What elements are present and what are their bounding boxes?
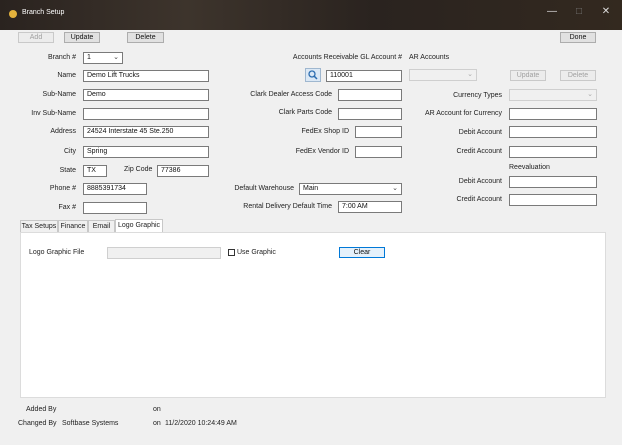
update-button[interactable]: Update (64, 32, 100, 43)
zip-label: Zip Code (124, 166, 153, 173)
tab-tax-setups[interactable]: Tax Setups (20, 220, 58, 232)
default-warehouse-select[interactable]: Main ⌄ (299, 183, 402, 195)
clear-button[interactable]: Clear (339, 247, 385, 258)
branch-value: 1 (87, 54, 91, 61)
content-area: Add Update Delete Done Branch # 1 ⌄ Name… (0, 30, 622, 445)
debit-account-label: Debit Account (458, 129, 502, 136)
fedex-vendor-label: FedEx Vendor ID (295, 148, 349, 155)
clark-parts-field[interactable] (338, 108, 402, 120)
ar-gl-label: Accounts Receivable GL Account # (292, 54, 402, 61)
title-bar: Branch Setup — □ ✕ (0, 0, 622, 30)
fedex-shop-label: FedEx Shop ID (301, 128, 349, 135)
chevron-down-icon: ⌄ (587, 91, 593, 98)
logo-file-field[interactable] (107, 247, 221, 259)
currency-types-select[interactable]: ⌄ (509, 89, 597, 101)
subname-field[interactable]: Demo (83, 89, 209, 101)
address-field[interactable]: 24524 Interstate 45 Ste.250 (83, 126, 209, 138)
app-icon (9, 10, 17, 18)
minimize-icon[interactable]: — (542, 6, 562, 17)
use-graphic-checkbox[interactable] (228, 249, 235, 256)
city-label: City (63, 148, 76, 155)
logo-graphic-panel: Logo Graphic File Use Graphic Clear (20, 232, 606, 398)
revaluation-label: Reevaluation (509, 164, 550, 171)
state-label: State (59, 167, 76, 174)
reval-debit-field[interactable] (509, 176, 597, 188)
ar-delete-button[interactable]: Delete (560, 70, 596, 81)
state-field[interactable]: TX (83, 165, 107, 177)
subname-label: Sub-Name (42, 91, 76, 98)
maximize-icon[interactable]: □ (569, 6, 589, 17)
clark-dealer-field[interactable] (338, 89, 402, 101)
fedex-shop-field[interactable] (355, 126, 402, 138)
changed-by-label: Changed By (18, 420, 57, 427)
ar-accounts-select[interactable]: ⌄ (409, 69, 477, 81)
rental-time-label: Rental Delivery Default Time (243, 203, 332, 210)
chevron-down-icon: ⌄ (392, 185, 398, 192)
debit-account-field[interactable] (509, 126, 597, 138)
phone-field[interactable]: 8885391734 (83, 183, 147, 195)
added-on-label: on (153, 406, 161, 413)
name-field[interactable]: Demo Lift Trucks (83, 70, 209, 82)
default-warehouse-value: Main (303, 185, 319, 192)
fax-field[interactable] (83, 202, 147, 214)
delete-button[interactable]: Delete (127, 32, 164, 43)
ar-update-button[interactable]: Update (510, 70, 546, 81)
search-gl-button[interactable] (305, 68, 321, 82)
tab-email[interactable]: Email (88, 220, 115, 232)
ar-currency-field[interactable] (509, 108, 597, 120)
done-button[interactable]: Done (560, 32, 596, 43)
logo-file-label: Logo Graphic File (29, 249, 85, 256)
clark-dealer-label: Clark Dealer Access Code (250, 91, 332, 98)
branch-select[interactable]: 1 ⌄ (83, 52, 123, 64)
tab-logo-graphic[interactable]: Logo Graphic (115, 219, 163, 232)
fedex-vendor-field[interactable] (355, 146, 402, 158)
tab-finance[interactable]: Finance (58, 220, 88, 232)
clark-parts-label: Clark Parts Code (278, 109, 332, 116)
ar-currency-label: AR Account for Currency (424, 110, 502, 117)
changed-on-value: 11/2/2020 10:24:49 AM (165, 420, 237, 427)
reval-debit-label: Debit Account (458, 178, 502, 185)
changed-on-label: on (153, 420, 161, 427)
name-label: Name (57, 72, 76, 79)
rental-time-field[interactable]: 7:00 AM (338, 201, 402, 213)
window-title: Branch Setup (22, 9, 65, 16)
reval-credit-label: Credit Account (456, 196, 502, 203)
search-icon (308, 70, 318, 80)
phone-label: Phone # (49, 185, 76, 192)
changed-by-value: Softbase Systems (62, 420, 119, 427)
address-label: Address (50, 128, 76, 135)
chevron-down-icon: ⌄ (467, 71, 473, 78)
ar-accounts-title: AR Accounts (409, 54, 450, 61)
city-field[interactable]: Spring (83, 146, 209, 158)
chevron-down-icon: ⌄ (113, 54, 119, 61)
zip-field[interactable]: 77386 (157, 165, 209, 177)
added-by-label: Added By (26, 406, 57, 413)
ar-gl-field[interactable]: 110001 (326, 70, 402, 82)
branch-label: Branch # (47, 54, 76, 61)
credit-account-label: Credit Account (456, 148, 502, 155)
use-graphic-label: Use Graphic (237, 249, 276, 256)
add-button[interactable]: Add (18, 32, 54, 43)
inv-subname-label: Inv Sub-Name (31, 110, 76, 117)
branch-setup-window: Branch Setup — □ ✕ Add Update Delete Don… (0, 0, 622, 445)
reval-credit-field[interactable] (509, 194, 597, 206)
fax-label: Fax # (58, 204, 76, 211)
close-icon[interactable]: ✕ (596, 6, 616, 17)
credit-account-field[interactable] (509, 146, 597, 158)
inv-subname-field[interactable] (83, 108, 209, 120)
default-warehouse-label: Default Warehouse (234, 185, 294, 192)
currency-types-label: Currency Types (453, 92, 502, 99)
